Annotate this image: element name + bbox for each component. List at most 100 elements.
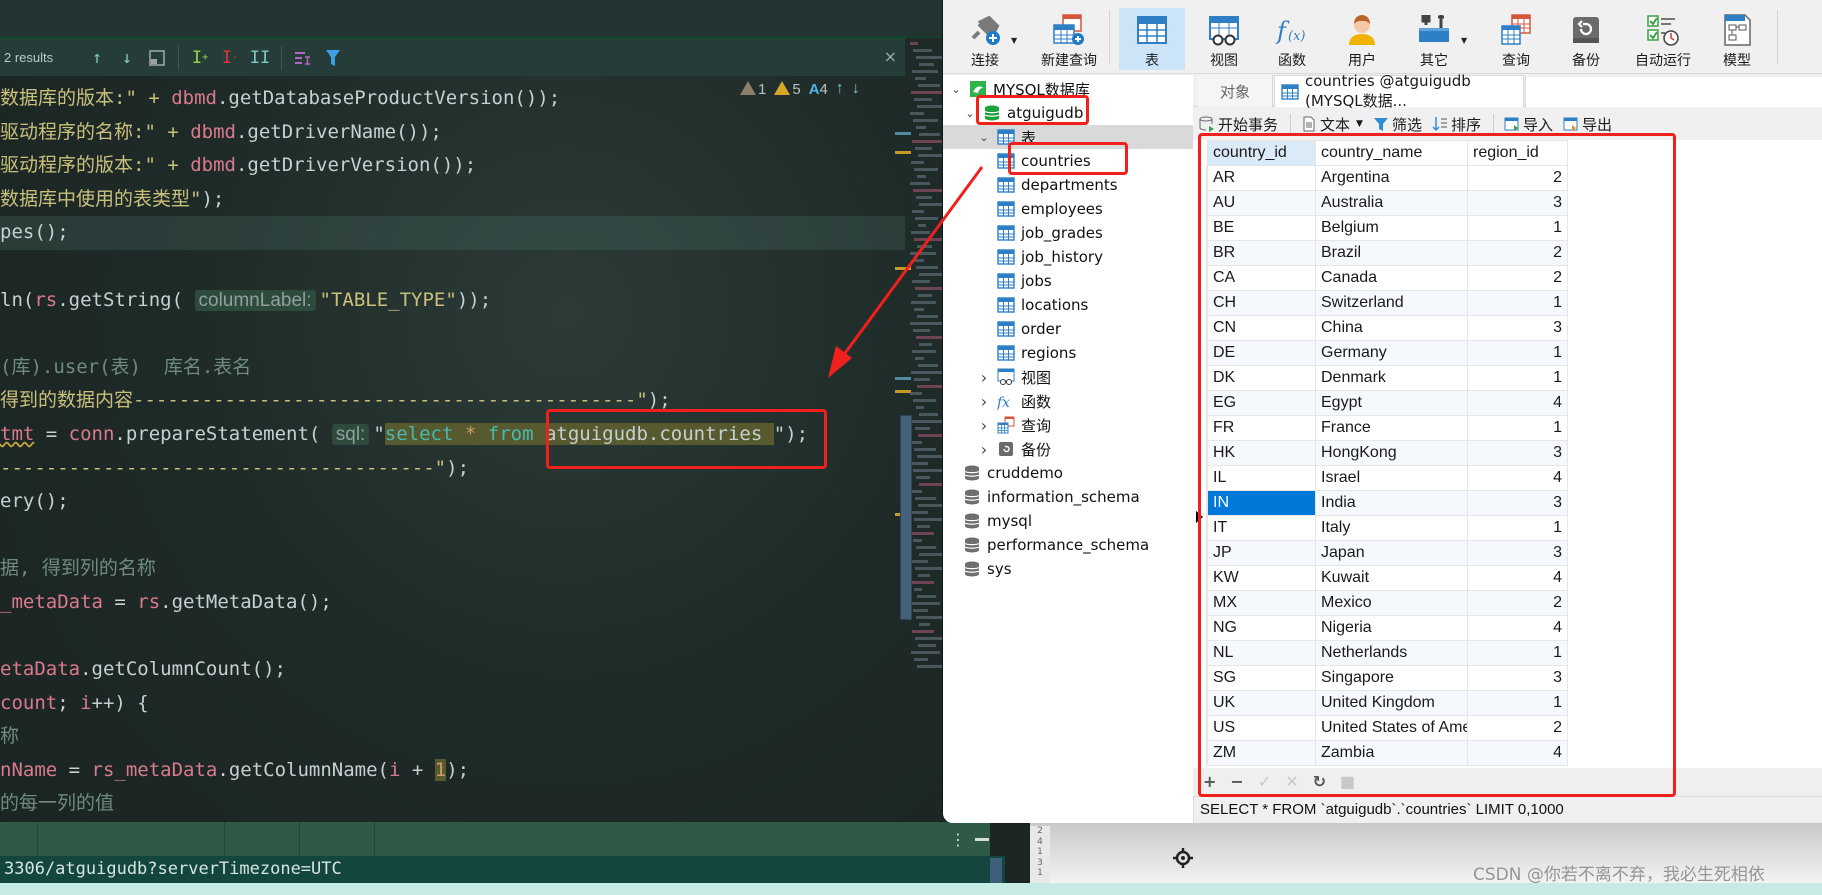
- cell-country_id[interactable]: ZM: [1207, 740, 1316, 766]
- code-line[interactable]: count; i++) {: [0, 687, 905, 721]
- cell-region_id[interactable]: 3: [1467, 540, 1568, 566]
- toolbar-button-model[interactable]: 模型: [1707, 8, 1767, 70]
- cell-region_id[interactable]: 1: [1467, 290, 1568, 316]
- table-row[interactable]: NL Netherlands 1: [1207, 640, 1568, 666]
- table-row[interactable]: MX Mexico 2: [1207, 590, 1568, 616]
- cell-region_id[interactable]: 1: [1467, 365, 1568, 391]
- console-scrollbar[interactable]: [990, 858, 1002, 883]
- table-row[interactable]: IL Israel 4: [1207, 465, 1568, 491]
- table-row[interactable]: IN India 3: [1207, 490, 1568, 516]
- row-indicator[interactable]: [1193, 374, 1207, 399]
- cell-country_name[interactable]: Italy: [1315, 515, 1468, 541]
- cell-country_name[interactable]: Belgium: [1315, 215, 1468, 241]
- cell-region_id[interactable]: 1: [1467, 640, 1568, 666]
- cell-country_name[interactable]: Argentina: [1315, 165, 1468, 191]
- tree-table-departments[interactable]: departments: [943, 173, 1193, 197]
- table-row[interactable]: US United States of Ame 2: [1207, 715, 1568, 741]
- tree-table-employees[interactable]: employees: [943, 197, 1193, 221]
- stop-icon[interactable]: ■: [1340, 772, 1355, 791]
- cell-country_id[interactable]: DK: [1207, 365, 1316, 391]
- arrow-down-icon[interactable]: ↓: [112, 45, 142, 71]
- cell-country_id[interactable]: JP: [1207, 540, 1316, 566]
- cell-country_id[interactable]: EG: [1207, 390, 1316, 416]
- cell-region_id[interactable]: 3: [1467, 665, 1568, 691]
- tree-database-sys[interactable]: sys: [943, 557, 1193, 581]
- code-line[interactable]: [0, 519, 905, 553]
- table-row[interactable]: CH Switzerland 1: [1207, 290, 1568, 316]
- code-line[interactable]: pes();: [0, 216, 905, 250]
- filter-lines-icon[interactable]: [288, 45, 318, 71]
- code-line[interactable]: ery();: [0, 485, 905, 519]
- table-row[interactable]: DK Denmark 1: [1207, 365, 1568, 391]
- cell-country_id[interactable]: IT: [1207, 515, 1316, 541]
- code-line[interactable]: etaData.getColumnCount();: [0, 653, 905, 687]
- row-indicator[interactable]: [1193, 556, 1207, 581]
- tree-table-countries[interactable]: countries: [943, 149, 1193, 173]
- row-indicator[interactable]: [1193, 634, 1207, 659]
- minimap[interactable]: [908, 38, 952, 808]
- row-indicator[interactable]: [1193, 452, 1207, 477]
- discard-changes-icon[interactable]: ✕: [1285, 772, 1298, 791]
- apply-changes-icon[interactable]: ✓: [1258, 772, 1271, 791]
- cell-country_name[interactable]: Switzerland: [1315, 290, 1468, 316]
- row-indicator[interactable]: [1193, 166, 1207, 191]
- remove-selection-icon[interactable]: I-: [215, 45, 245, 71]
- toolbar-button-view[interactable]: 视图: [1193, 8, 1255, 70]
- row-indicator[interactable]: [1193, 192, 1207, 217]
- cell-region_id[interactable]: 3: [1467, 490, 1568, 516]
- begin-transaction-button[interactable]: 开始事务: [1199, 114, 1278, 135]
- table-row[interactable]: AR Argentina 2: [1207, 165, 1568, 191]
- row-indicator[interactable]: [1193, 244, 1207, 269]
- select-all-occurrences-icon[interactable]: [142, 45, 172, 71]
- cell-region_id[interactable]: 4: [1467, 565, 1568, 591]
- cell-country_id[interactable]: UK: [1207, 690, 1316, 716]
- run-tab[interactable]: [0, 822, 300, 856]
- cell-region_id[interactable]: 1: [1467, 215, 1568, 241]
- cell-country_id[interactable]: MX: [1207, 590, 1316, 616]
- column-header-region_id[interactable]: region_id: [1467, 140, 1568, 166]
- code-line[interactable]: 的每一列的值: [0, 787, 905, 821]
- cell-country_id[interactable]: NL: [1207, 640, 1316, 666]
- cell-country_id[interactable]: BE: [1207, 215, 1316, 241]
- code-line[interactable]: 驱动程序的版本:" + dbmd.getDriverVersion());: [0, 149, 905, 183]
- cell-country_name[interactable]: Japan: [1315, 540, 1468, 566]
- chevron-down-icon[interactable]: ⌄: [949, 83, 963, 96]
- row-indicator[interactable]: [1193, 738, 1207, 763]
- cell-country_name[interactable]: Egypt: [1315, 390, 1468, 416]
- chevron-right-icon[interactable]: ›: [977, 440, 991, 459]
- row-indicator[interactable]: [1193, 348, 1207, 373]
- locate-icon[interactable]: [1173, 848, 1193, 868]
- editor-scrollbar-thumb[interactable]: [900, 415, 912, 620]
- table-row[interactable]: HK HongKong 3: [1207, 440, 1568, 466]
- cell-country_name[interactable]: Denmark: [1315, 365, 1468, 391]
- export-button[interactable]: 导出: [1563, 114, 1612, 135]
- cell-region_id[interactable]: 3: [1467, 315, 1568, 341]
- cell-region_id[interactable]: 1: [1467, 340, 1568, 366]
- toolbar-button-backup[interactable]: 备份: [1555, 8, 1617, 70]
- table-row[interactable]: IT Italy 1: [1207, 515, 1568, 541]
- cell-country_name[interactable]: Germany: [1315, 340, 1468, 366]
- cell-country_id[interactable]: AR: [1207, 165, 1316, 191]
- cell-region_id[interactable]: 4: [1467, 740, 1568, 766]
- tree-folder-function[interactable]: › fx 函数: [943, 389, 1193, 413]
- code-line[interactable]: 驱动程序的名称:" + dbmd.getDriverName());: [0, 116, 905, 150]
- chevron-down-icon[interactable]: ⌄: [977, 131, 991, 144]
- tree-table-regions[interactable]: regions: [943, 341, 1193, 365]
- table-row[interactable]: JP Japan 3: [1207, 540, 1568, 566]
- cell-country_name[interactable]: Australia: [1315, 190, 1468, 216]
- tree-database-cruddemo[interactable]: cruddemo: [943, 461, 1193, 485]
- column-header-country_name[interactable]: country_name: [1315, 140, 1468, 166]
- cell-country_id[interactable]: NG: [1207, 615, 1316, 641]
- row-indicator[interactable]: [1193, 478, 1207, 503]
- code-line[interactable]: 据, 得到列的名称: [0, 552, 905, 586]
- cell-country_id[interactable]: CA: [1207, 265, 1316, 291]
- cell-country_id[interactable]: IL: [1207, 465, 1316, 491]
- cell-country_name[interactable]: United States of Ame: [1315, 715, 1468, 741]
- tree-database-performance_schema[interactable]: performance_schema: [943, 533, 1193, 557]
- toolbar-button-table[interactable]: 表: [1119, 8, 1185, 70]
- chevron-right-icon[interactable]: ›: [977, 392, 991, 411]
- cell-country_id[interactable]: KW: [1207, 565, 1316, 591]
- cell-country_name[interactable]: India: [1315, 490, 1468, 516]
- chevron-down-icon[interactable]: ⌄: [963, 107, 977, 120]
- cell-country_name[interactable]: Zambia: [1315, 740, 1468, 766]
